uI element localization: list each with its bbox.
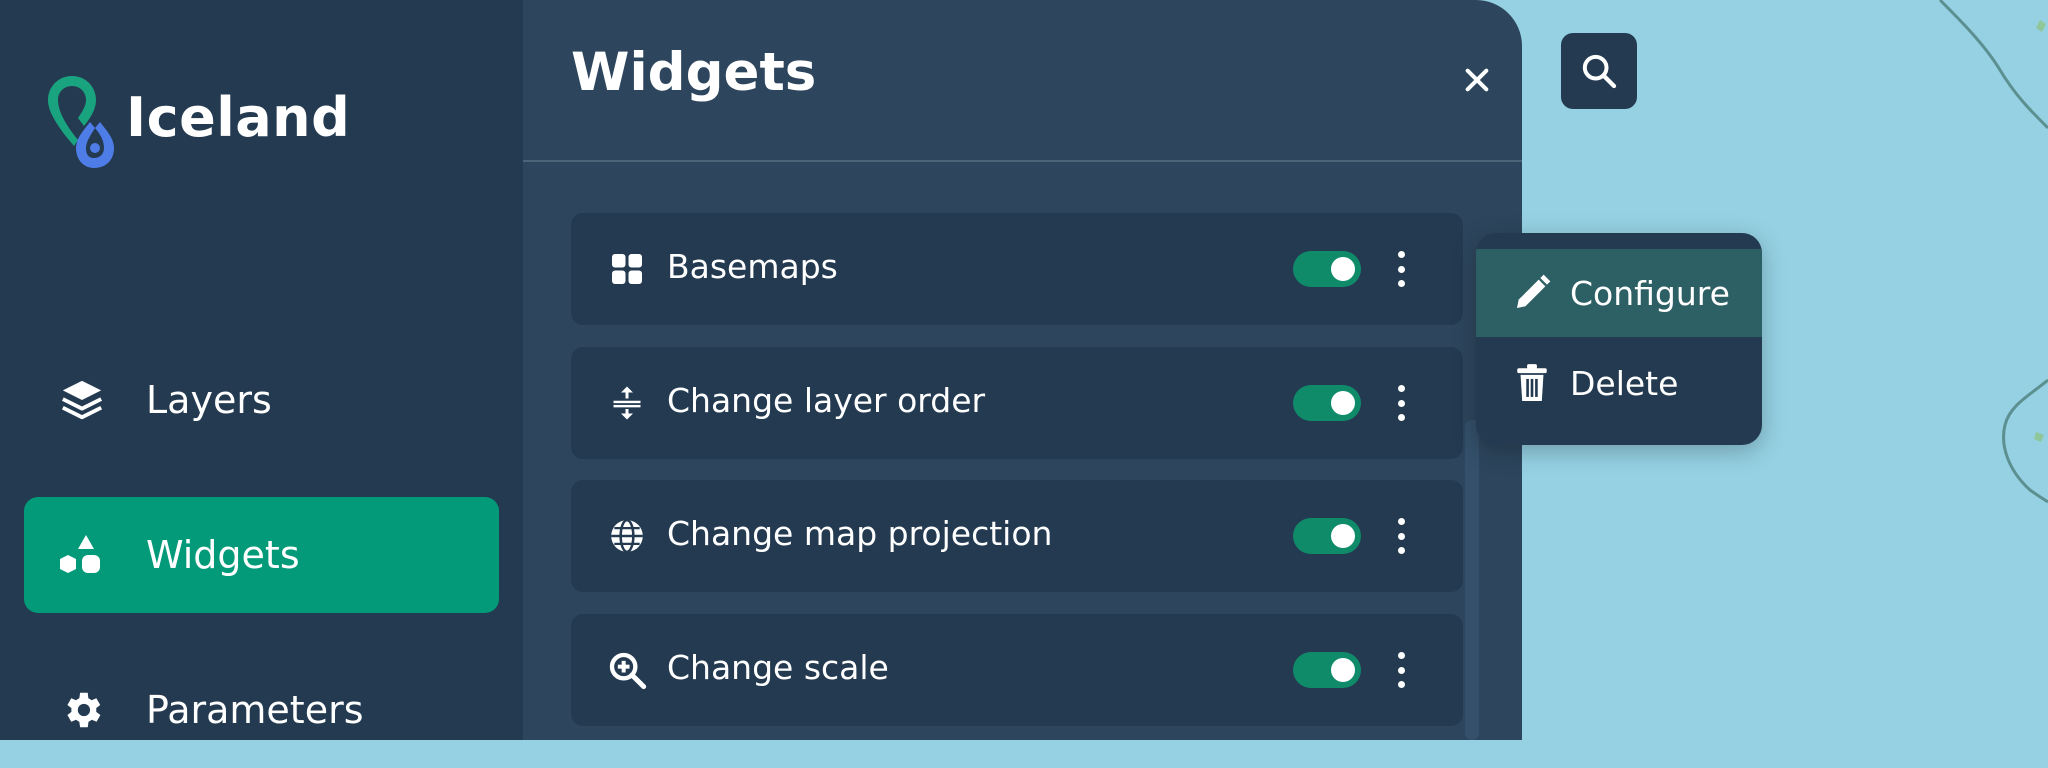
close-button[interactable] bbox=[1453, 56, 1501, 104]
trash-icon bbox=[1510, 361, 1554, 405]
toggle-knob bbox=[1331, 257, 1355, 281]
more-options-icon[interactable] bbox=[1389, 650, 1413, 690]
gear-icon bbox=[58, 686, 106, 734]
layers-icon bbox=[58, 376, 106, 424]
widget-toggle[interactable] bbox=[1293, 652, 1361, 688]
toggle-knob bbox=[1331, 524, 1355, 548]
toggle-knob bbox=[1331, 658, 1355, 682]
menu-item-label: Delete bbox=[1570, 363, 1679, 403]
globe-icon bbox=[607, 516, 647, 556]
widget-context-menu: Configure Delete bbox=[1476, 233, 1762, 445]
widget-row-change-scale: Change scale bbox=[571, 614, 1463, 726]
brand: Iceland bbox=[44, 70, 350, 170]
grid-icon bbox=[607, 249, 647, 289]
app-name: Iceland bbox=[126, 86, 351, 149]
pencil-icon bbox=[1510, 271, 1554, 315]
sidebar-item-label: Layers bbox=[146, 378, 272, 422]
widget-toggle[interactable] bbox=[1293, 518, 1361, 554]
menu-item-configure[interactable]: Configure bbox=[1476, 249, 1762, 337]
widget-toggle[interactable] bbox=[1293, 385, 1361, 421]
sidebar-item-parameters[interactable]: Parameters bbox=[24, 652, 499, 768]
more-options-icon[interactable] bbox=[1389, 249, 1413, 289]
widget-row-basemaps: Basemaps bbox=[571, 213, 1463, 325]
widget-label: Change layer order bbox=[667, 381, 986, 420]
map-search-button[interactable] bbox=[1561, 33, 1637, 109]
close-icon bbox=[1465, 68, 1489, 92]
sidebar-item-label: Widgets bbox=[146, 533, 300, 577]
widget-label: Basemaps bbox=[667, 247, 838, 286]
panel-divider bbox=[523, 160, 1522, 162]
shapes-icon bbox=[58, 531, 106, 579]
search-icon bbox=[1582, 54, 1617, 89]
sidebar: Iceland Layers Widgets Parameters bbox=[0, 0, 523, 740]
widget-row-change-layer-order: Change layer order bbox=[571, 347, 1463, 459]
layer-order-icon bbox=[607, 383, 647, 423]
widgets-panel: Widgets Basemaps Change layer order Chan… bbox=[523, 0, 1522, 740]
toggle-knob bbox=[1331, 391, 1355, 415]
menu-item-delete[interactable]: Delete bbox=[1476, 339, 1762, 427]
sidebar-item-label: Parameters bbox=[146, 688, 364, 732]
sidebar-item-layers[interactable]: Layers bbox=[24, 342, 499, 458]
panel-title: Widgets bbox=[571, 42, 817, 103]
app-logo-icon bbox=[48, 76, 114, 168]
menu-item-label: Configure bbox=[1570, 273, 1730, 313]
more-options-icon[interactable] bbox=[1389, 516, 1413, 556]
scrollbar[interactable] bbox=[1465, 420, 1479, 740]
widget-toggle[interactable] bbox=[1293, 251, 1361, 287]
zoom-in-icon bbox=[607, 650, 647, 690]
widget-label: Change map projection bbox=[667, 514, 1053, 553]
widget-row-change-map-projection: Change map projection bbox=[571, 480, 1463, 592]
sidebar-item-widgets[interactable]: Widgets bbox=[24, 497, 499, 613]
more-options-icon[interactable] bbox=[1389, 383, 1413, 423]
widget-label: Change scale bbox=[667, 648, 889, 687]
